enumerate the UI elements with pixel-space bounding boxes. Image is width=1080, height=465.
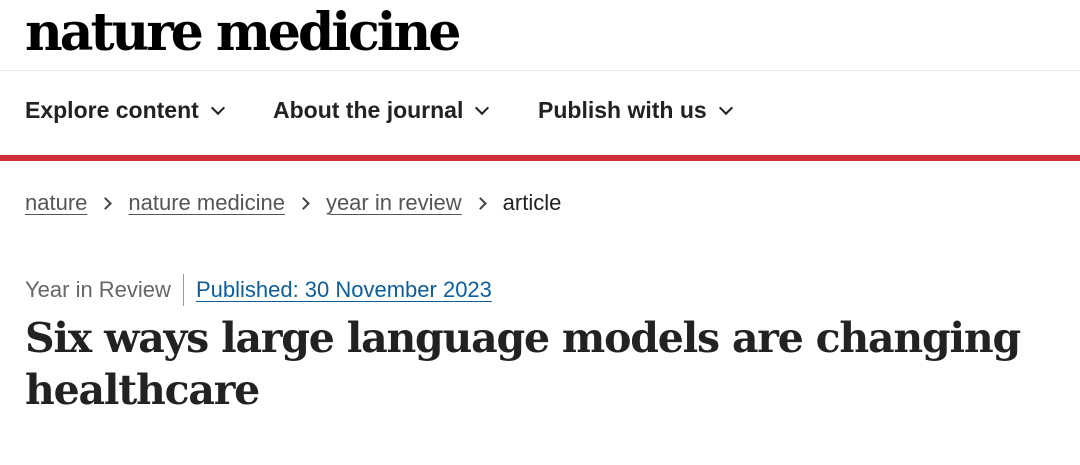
- chevron-right-icon: [99, 196, 113, 210]
- article-meta: Year in Review Published: 30 November 20…: [25, 274, 492, 306]
- chevron-right-icon: [473, 196, 487, 210]
- page: nature medicine Explore content About th…: [0, 0, 1080, 465]
- chevron-down-icon: [210, 100, 225, 115]
- meta-divider: [182, 274, 184, 306]
- published-date-link[interactable]: Published: 30 November 2023: [196, 277, 492, 303]
- main-nav: Explore content About the journal Publis…: [0, 71, 1080, 161]
- chevron-down-icon: [718, 100, 733, 115]
- nav-explore-content[interactable]: Explore content: [25, 97, 225, 124]
- nav-publish-with-us[interactable]: Publish with us: [538, 97, 733, 124]
- masthead: nature medicine: [0, 0, 1080, 71]
- breadcrumb: nature nature medicine year in review ar…: [25, 190, 561, 216]
- breadcrumb-link-nature[interactable]: nature: [25, 190, 87, 216]
- breadcrumb-link-year-in-review[interactable]: year in review: [326, 190, 462, 216]
- breadcrumb-current: article: [502, 190, 562, 215]
- breadcrumb-link-nature-medicine[interactable]: nature medicine: [128, 190, 285, 216]
- chevron-down-icon: [475, 100, 490, 115]
- article-title: Six ways large language models are chang…: [25, 314, 1021, 414]
- chevron-right-icon: [297, 196, 310, 210]
- nav-item-label: Publish with us: [538, 97, 707, 123]
- article-type: Year in Review: [25, 277, 171, 302]
- nav-about-the-journal[interactable]: About the journal: [273, 97, 490, 124]
- journal-logo[interactable]: nature medicine: [25, 0, 461, 66]
- nav-item-label: About the journal: [273, 97, 464, 123]
- nav-item-label: Explore content: [25, 97, 199, 123]
